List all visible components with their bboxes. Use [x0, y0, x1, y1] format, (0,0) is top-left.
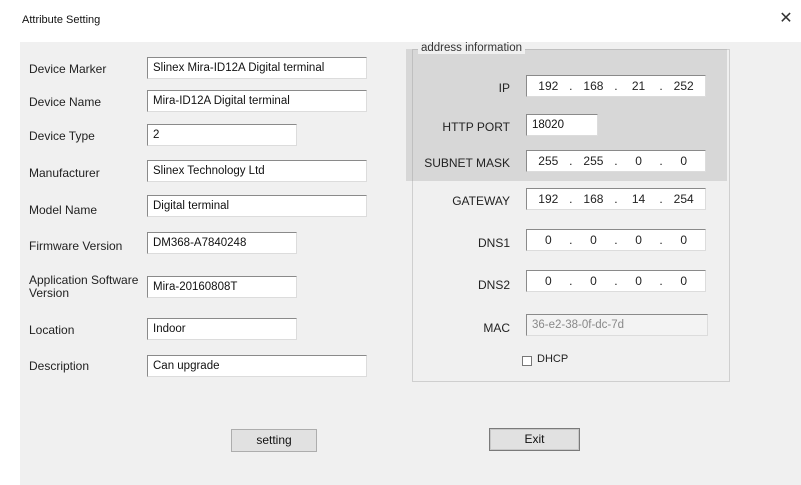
subnet-octet-1: 255 [538, 154, 559, 168]
subnet-octet-3: 0 [635, 154, 642, 168]
dns1-octet-4: 0 [680, 233, 687, 247]
dialog-body: Device Marker Slinex Mira-ID12A Digital … [20, 42, 801, 485]
mac-label: MAC [483, 321, 510, 335]
application-software-version-field[interactable]: Mira-20160808T [147, 276, 297, 298]
dns2-octet-1: 0 [544, 274, 552, 288]
dns1-octet-1: 0 [544, 233, 552, 247]
model-name-field[interactable]: Digital terminal [147, 195, 367, 217]
title-bar: Attribute Setting ✕ [0, 0, 801, 42]
ip-label: IP [498, 81, 510, 95]
manufacturer-field[interactable]: Slinex Technology Ltd [147, 160, 367, 182]
gateway-octet-3: 14 [631, 192, 646, 206]
setting-button[interactable]: setting [231, 429, 317, 452]
device-marker-label: Device Marker [29, 62, 107, 76]
gateway-field[interactable]: 192. 168. 14. 254 [526, 188, 706, 210]
ip-octet-2: 168 [583, 79, 604, 93]
dhcp-checkbox[interactable] [522, 356, 532, 366]
firmware-version-label: Firmware Version [29, 239, 123, 253]
dns2-label: DNS2 [477, 278, 510, 292]
gateway-octet-2: 168 [583, 192, 604, 206]
ip-address-field[interactable]: 192. 168. 21. 252 [526, 75, 706, 97]
ip-octet-3: 21 [631, 79, 646, 93]
http-port-field[interactable]: 18020 [526, 114, 598, 136]
dns2-octet-4: 0 [680, 274, 687, 288]
subnet-mask-field[interactable]: 255. 255. 0. 0 [526, 150, 706, 172]
dns1-label: DNS1 [477, 236, 510, 250]
device-type-field[interactable]: 2 [147, 124, 297, 146]
subnet-mask-label: SUBNET MASK [424, 156, 510, 170]
exit-button[interactable]: Exit [489, 428, 580, 451]
dns1-octet-3: 0 [635, 233, 642, 247]
model-name-label: Model Name [29, 203, 98, 217]
application-software-version-label: Application Software Version [29, 273, 139, 300]
dns2-octet-3: 0 [635, 274, 642, 288]
description-label: Description [29, 359, 90, 373]
window-title: Attribute Setting [22, 14, 101, 26]
dns1-field[interactable]: 0. 0. 0. 0 [526, 229, 706, 251]
dhcp-label: DHCP [537, 353, 569, 365]
ip-octet-4: 252 [673, 79, 694, 93]
location-field[interactable]: Indoor [147, 318, 297, 340]
address-information-legend: address information [418, 42, 525, 54]
gateway-octet-1: 192 [538, 192, 559, 206]
firmware-version-field[interactable]: DM368-A7840248 [147, 232, 297, 254]
http-port-label: HTTP PORT [442, 120, 510, 134]
dns2-octet-2: 0 [590, 274, 597, 288]
mac-field[interactable]: 36-e2-38-0f-dc-7d [526, 314, 708, 336]
dns2-field[interactable]: 0. 0. 0. 0 [526, 270, 706, 292]
gateway-octet-4: 254 [673, 192, 694, 206]
device-name-label: Device Name [29, 95, 102, 109]
subnet-octet-4: 0 [680, 154, 687, 168]
device-marker-field[interactable]: Slinex Mira-ID12A Digital terminal [147, 57, 367, 79]
location-label: Location [29, 323, 75, 337]
subnet-octet-2: 255 [583, 154, 604, 168]
device-type-label: Device Type [29, 129, 95, 143]
device-name-field[interactable]: Mira-ID12A Digital terminal [147, 90, 367, 112]
close-icon[interactable]: ✕ [776, 9, 796, 29]
manufacturer-label: Manufacturer [29, 166, 100, 180]
ip-octet-1: 192 [538, 79, 559, 93]
dns1-octet-2: 0 [590, 233, 597, 247]
gateway-label: GATEWAY [452, 194, 510, 208]
description-field[interactable]: Can upgrade [147, 355, 367, 377]
